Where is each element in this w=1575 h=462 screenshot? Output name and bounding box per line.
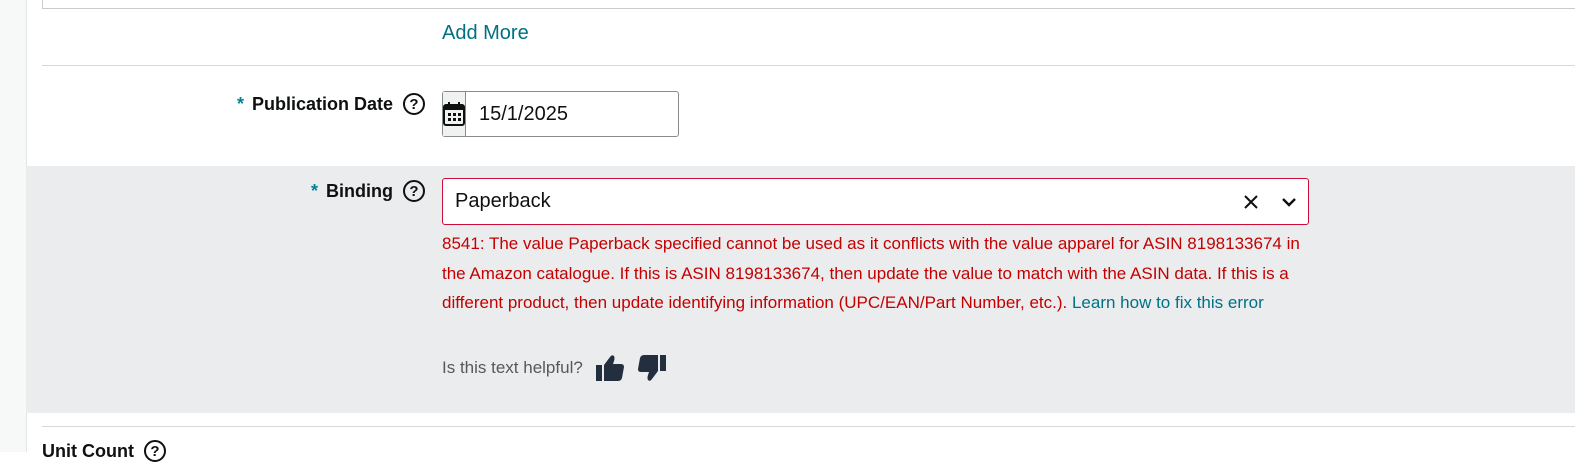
previous-field-box <box>42 0 1575 9</box>
feedback-row: Is this text helpful? <box>442 354 667 382</box>
helpful-prompt: Is this text helpful? <box>442 358 583 377</box>
divider <box>42 65 1575 66</box>
help-icon[interactable]: ? <box>403 180 425 202</box>
required-marker: * <box>236 93 244 114</box>
help-icon[interactable]: ? <box>403 93 425 115</box>
divider <box>42 426 1575 427</box>
add-more-link[interactable]: Add More <box>442 22 529 45</box>
thumbs-down-icon[interactable] <box>637 354 667 382</box>
binding-label: Binding <box>326 180 393 201</box>
chevron-down-icon[interactable] <box>1270 179 1308 224</box>
required-marker: * <box>311 180 319 201</box>
publication-date-label: Publication Date <box>251 93 393 114</box>
calendar-icon[interactable] <box>443 92 466 136</box>
binding-error-message: 8541: The value Paperback specified cann… <box>442 229 1304 318</box>
publication-date-input[interactable] <box>466 92 746 136</box>
binding-input[interactable] <box>443 189 1232 214</box>
binding-select[interactable] <box>442 178 1309 225</box>
close-icon[interactable] <box>1232 179 1270 224</box>
thumbs-up-icon[interactable] <box>595 354 625 382</box>
publication-date-label-group: * Publication Date ? <box>237 93 425 115</box>
unit-count-label-group: Unit Count ? <box>42 440 166 462</box>
left-rail <box>0 0 27 452</box>
binding-label-group: * Binding ? <box>311 180 425 202</box>
help-icon[interactable]: ? <box>143 440 166 462</box>
learn-fix-error-link[interactable]: Learn how to fix this error <box>1072 293 1264 312</box>
unit-count-label: Unit Count <box>42 440 134 461</box>
publication-date-field <box>442 91 746 137</box>
